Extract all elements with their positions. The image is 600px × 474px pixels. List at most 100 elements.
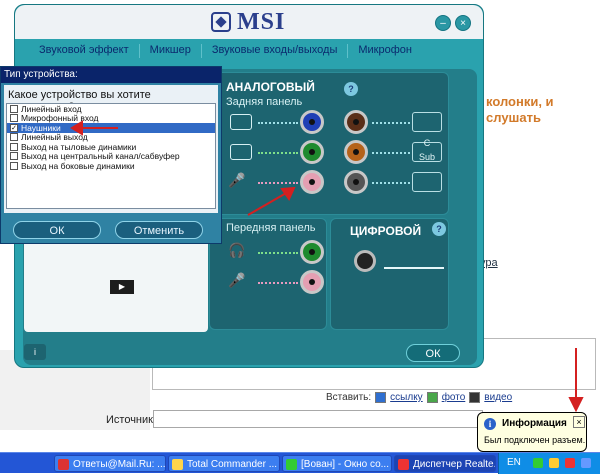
checkbox[interactable] bbox=[10, 104, 18, 113]
rear-wire-brown bbox=[372, 122, 410, 124]
tray-realtek-icon[interactable] bbox=[565, 458, 575, 468]
balloon-text: Был подключен разъем. bbox=[484, 435, 586, 445]
sub-label: Sub bbox=[418, 152, 435, 162]
taskbar: Ответы@Mail.Ru: ... Total Commander ... … bbox=[0, 452, 600, 474]
msi-logo-text: MSI bbox=[237, 9, 286, 35]
tray-app-icon[interactable] bbox=[549, 458, 559, 468]
headphones-icon: 🎧 bbox=[228, 242, 246, 258]
tab-audio-io[interactable]: Звуковые входы/выходы bbox=[202, 41, 348, 59]
info-button[interactable]: i bbox=[24, 344, 46, 360]
option-label: Линейный выход bbox=[21, 132, 88, 143]
checkbox[interactable] bbox=[10, 161, 18, 170]
option-label: Наушники bbox=[21, 122, 61, 133]
source-label: Источник: bbox=[106, 414, 157, 426]
tray-volume-icon[interactable] bbox=[581, 458, 591, 468]
photo-icon bbox=[426, 392, 438, 403]
option-line-in[interactable]: Линейный вход bbox=[7, 104, 215, 114]
task-total-commander[interactable]: Total Commander ... bbox=[168, 455, 280, 472]
front-wire-pink bbox=[258, 282, 298, 284]
option-line-out[interactable]: Линейный выход bbox=[7, 132, 215, 143]
insert-photo-button[interactable]: фото bbox=[442, 392, 466, 403]
digital-jack[interactable] bbox=[354, 250, 376, 272]
option-label: Выход на тыловые динамики bbox=[21, 141, 137, 152]
front-microphone-icon: 🎤 bbox=[228, 272, 246, 288]
mail-ru-icon bbox=[58, 459, 69, 470]
minimize-button[interactable]: – bbox=[435, 15, 451, 31]
play-button[interactable]: ▶ bbox=[110, 280, 134, 294]
device-options-list: Линейный вход Микрофонный вход ✓ Наушники… bbox=[6, 103, 216, 209]
rear-panel-label: Задняя панель bbox=[226, 96, 303, 108]
dialog-body: Какое устройство вы хотите подключить? Л… bbox=[4, 85, 218, 213]
task-chat-window[interactable]: [Вован] - Окно со... bbox=[282, 455, 392, 472]
insert-video-button[interactable]: видео bbox=[484, 392, 512, 403]
rear-wire-green bbox=[258, 152, 298, 154]
link-icon bbox=[375, 392, 387, 403]
insert-link-button[interactable]: ссылку bbox=[390, 392, 423, 403]
jack-gray[interactable] bbox=[344, 170, 368, 194]
msi-emblem-icon bbox=[211, 12, 231, 32]
realtek-icon bbox=[398, 459, 409, 470]
chat-icon bbox=[286, 459, 297, 470]
rear-wire-blue bbox=[258, 122, 298, 124]
dialog-ok-button[interactable]: ОК bbox=[13, 221, 101, 239]
msi-header: MSI – × bbox=[15, 5, 483, 39]
microphone-icon: 🎤 bbox=[228, 172, 246, 188]
task-label: [Вован] - Окно со... bbox=[301, 459, 389, 470]
jack-blue[interactable] bbox=[300, 110, 324, 134]
language-indicator[interactable]: EN bbox=[507, 457, 521, 468]
jack-brown[interactable] bbox=[344, 110, 368, 134]
checkbox[interactable] bbox=[10, 114, 18, 123]
close-button[interactable]: × bbox=[455, 15, 471, 31]
front-jack-pink[interactable] bbox=[300, 270, 324, 294]
checkbox-checked[interactable]: ✓ bbox=[10, 123, 18, 132]
tab-mixer[interactable]: Микшер bbox=[140, 41, 201, 59]
task-label: Диспетчер Realte... bbox=[413, 459, 496, 470]
line-in-device-icon bbox=[230, 114, 252, 130]
option-label: Выход на боковые динамики bbox=[21, 160, 135, 171]
option-label: Микрофонный вход bbox=[21, 113, 99, 124]
device-type-dialog: Тип устройства: Какое устройство вы хоти… bbox=[0, 66, 222, 244]
total-commander-icon bbox=[172, 459, 183, 470]
task-mail-answers[interactable]: Ответы@Mail.Ru: ... bbox=[54, 455, 166, 472]
analog-title: АНАЛОГОВЫЙ bbox=[226, 80, 315, 94]
task-label: Ответы@Mail.Ru: ... bbox=[73, 459, 166, 470]
spdif-signal-icon bbox=[384, 255, 444, 269]
option-headphones[interactable]: ✓ Наушники bbox=[7, 123, 215, 133]
dialog-title: Тип устройства: bbox=[1, 67, 221, 83]
tray-network-icon[interactable] bbox=[533, 458, 543, 468]
task-realtek-manager[interactable]: Диспетчер Realte... bbox=[394, 455, 496, 472]
rear-wire-gray bbox=[372, 182, 410, 184]
insert-label: Вставить: bbox=[326, 392, 372, 403]
jack-green[interactable] bbox=[300, 140, 324, 164]
option-side-speakers[interactable]: Выход на боковые динамики bbox=[7, 161, 215, 171]
video-icon bbox=[469, 392, 481, 403]
checkbox[interactable] bbox=[10, 133, 18, 142]
info-balloon: i Информация × Был подключен разъем. bbox=[477, 412, 587, 452]
side-speakers-icon bbox=[412, 172, 442, 192]
option-mic-in[interactable]: Микрофонный вход bbox=[7, 113, 215, 124]
tab-sound-effect[interactable]: Звуковой эффект bbox=[29, 41, 139, 59]
msi-ok-button[interactable]: ОК bbox=[406, 344, 460, 362]
front-jack-green[interactable] bbox=[300, 240, 324, 264]
analog-help-icon[interactable]: ? bbox=[344, 82, 358, 96]
system-tray: EN bbox=[498, 453, 600, 474]
rear-speakers-icon bbox=[412, 112, 442, 132]
balloon-close-button[interactable]: × bbox=[573, 416, 585, 428]
info-icon: i bbox=[484, 418, 496, 430]
jack-orange[interactable] bbox=[344, 140, 368, 164]
option-rear-speakers[interactable]: Выход на тыловые динамики bbox=[7, 142, 215, 152]
jack-pink[interactable] bbox=[300, 170, 324, 194]
digital-help-icon[interactable]: ? bbox=[432, 222, 446, 236]
tab-microphone[interactable]: Микрофон bbox=[348, 41, 422, 59]
option-label: Линейный вход bbox=[21, 103, 82, 114]
dialog-cancel-button[interactable]: Отменить bbox=[115, 221, 203, 239]
checkbox[interactable] bbox=[10, 152, 18, 161]
rear-wire-orange bbox=[372, 152, 410, 154]
task-label: Total Commander ... bbox=[187, 459, 278, 470]
msi-logo: MSI bbox=[211, 10, 285, 34]
rear-wire-pink bbox=[258, 182, 298, 184]
option-center-sub[interactable]: Выход на центральный канал/сабвуфер bbox=[7, 151, 215, 161]
checkbox[interactable] bbox=[10, 142, 18, 151]
web-page-text: колонки, и слушать bbox=[486, 94, 554, 125]
source-input[interactable] bbox=[153, 410, 483, 428]
